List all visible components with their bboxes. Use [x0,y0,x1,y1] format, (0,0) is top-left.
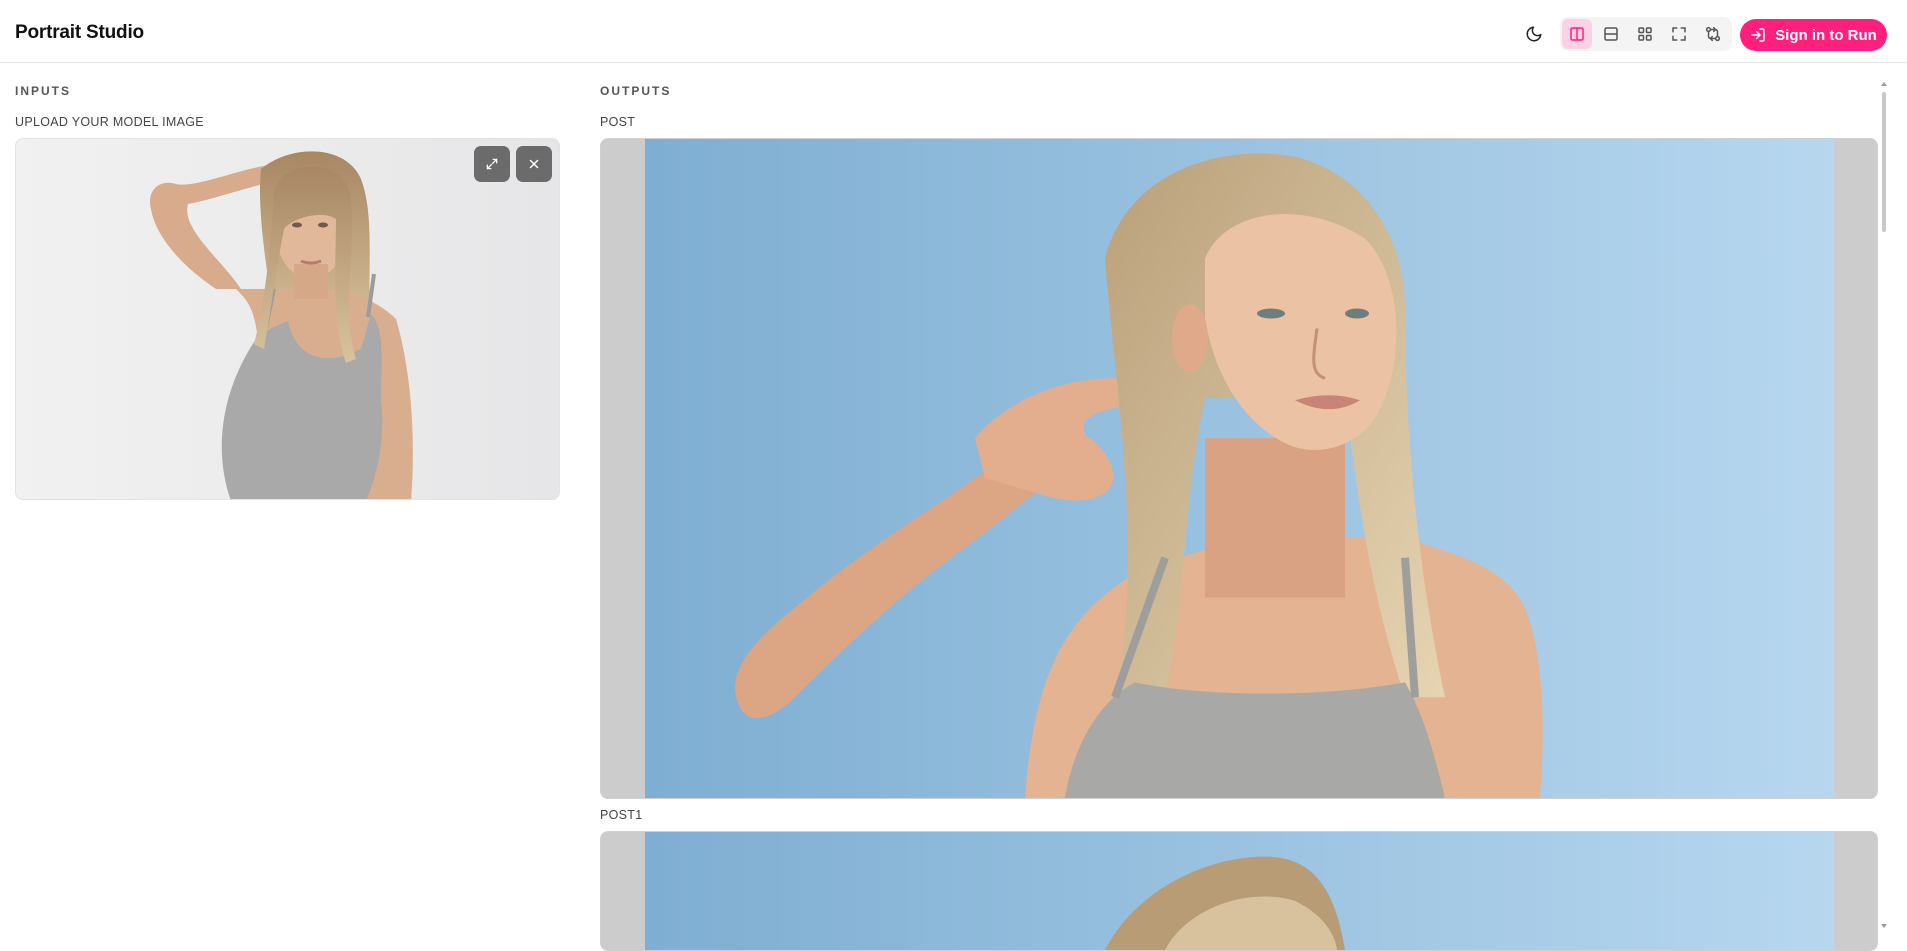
output-post-label: POST [600,115,636,129]
app-header: Portrait Studio Sign in to Run [0,0,1907,63]
compare-button[interactable] [1698,19,1728,49]
model-image [16,139,559,499]
grid-view-button[interactable] [1630,19,1660,49]
inputs-section-title: INPUTS [15,84,72,98]
fullscreen-button[interactable] [1664,19,1694,49]
output-post1-image[interactable] [600,831,1878,951]
sign-in-button[interactable]: Sign in to Run [1740,19,1887,51]
output-photo [645,832,1834,950]
moon-icon [1526,26,1542,42]
split-rows-icon [1604,27,1618,41]
model-image-label: UPLOAD YOUR MODEL IMAGE [15,115,204,129]
outputs-section-title: OUTPUTS [600,84,672,98]
theme-toggle-button[interactable] [1519,19,1549,49]
sign-in-label: Sign in to Run [1775,26,1877,44]
expand-icon [486,158,498,170]
app-title: Portrait Studio [15,22,144,43]
close-icon [529,159,539,169]
grid-icon [1638,27,1652,41]
remove-image-button[interactable] [516,146,552,182]
output-photo [645,139,1834,798]
split-columns-icon [1570,27,1584,41]
output-post-image[interactable] [600,138,1878,799]
model-image-preview[interactable] [15,138,560,500]
outputs-scrollbar[interactable] [1880,80,1888,930]
output-post1-label: POST1 [600,808,643,822]
split-columns-button[interactable] [1562,19,1592,49]
compare-icon [1705,26,1721,42]
split-rows-button[interactable] [1596,19,1626,49]
expand-image-button[interactable] [474,146,510,182]
scroll-down-icon [1881,924,1887,928]
fullscreen-icon [1672,27,1686,41]
scrollbar-thumb[interactable] [1882,92,1886,232]
scroll-up-icon [1881,82,1887,86]
sign-in-icon [1751,28,1765,42]
